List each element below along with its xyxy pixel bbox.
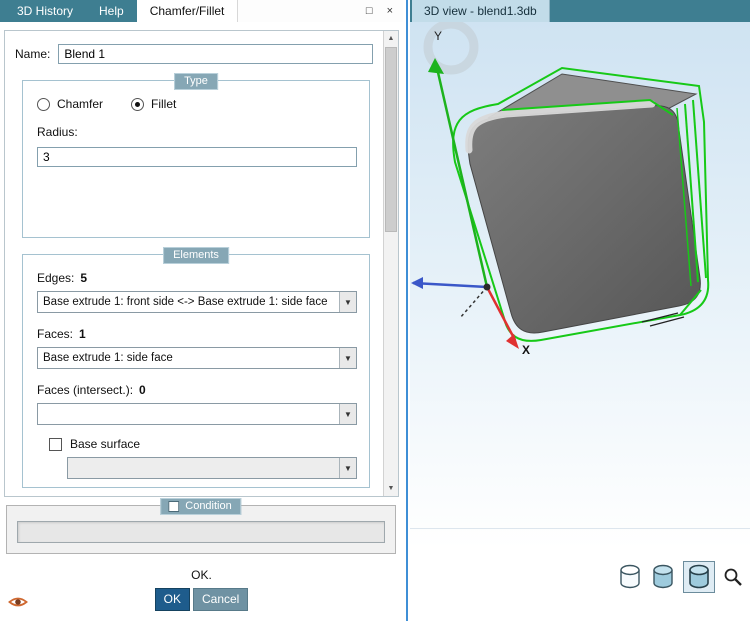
tab-chamfer-fillet[interactable]: Chamfer/Fillet bbox=[136, 0, 239, 22]
edges-dropdown[interactable]: Base extrude 1: front side <-> Base extr… bbox=[37, 291, 357, 313]
view-mode-toolbar bbox=[617, 561, 744, 593]
chamfer-radio-label: Chamfer bbox=[57, 97, 104, 111]
zoom-icon[interactable] bbox=[722, 563, 744, 591]
condition-label: Condition bbox=[185, 500, 232, 512]
base-surface-checkbox[interactable] bbox=[49, 437, 62, 451]
chamfer-fillet-dialog: Name: Type Chamfer Fillet bbox=[4, 30, 399, 497]
shaded-edges-view-icon[interactable] bbox=[683, 561, 715, 593]
elements-group: Elements Edges: 5 Base extrude 1: front s… bbox=[22, 247, 370, 488]
radius-label: Radius: bbox=[37, 125, 78, 139]
faces-intersect-dropdown[interactable]: ▼ bbox=[37, 403, 357, 425]
name-input[interactable] bbox=[58, 44, 373, 64]
scrollbar-thumb[interactable] bbox=[385, 47, 397, 232]
right-panel: 3D view - blend1.3db Y X bbox=[410, 0, 750, 621]
condition-group: Condition bbox=[6, 498, 396, 554]
cube-front-face bbox=[467, 105, 701, 334]
faces-count: 1 bbox=[79, 327, 86, 341]
eye-icon[interactable] bbox=[8, 594, 28, 610]
chamfer-radio-icon[interactable] bbox=[37, 97, 50, 111]
3d-scene: Y X bbox=[411, 22, 710, 357]
fillet-radio-label: Fillet bbox=[151, 97, 177, 111]
fillet-radio-icon[interactable] bbox=[131, 97, 145, 111]
type-group-title: Type bbox=[174, 73, 218, 90]
axis-y-label: Y bbox=[434, 29, 442, 43]
edges-dropdown-value: Base extrude 1: front side <-> Base extr… bbox=[43, 296, 328, 308]
radius-input[interactable] bbox=[37, 147, 357, 167]
left-panel: 3D History Help Chamfer/Fillet □ × Name:… bbox=[0, 0, 403, 621]
ok-button[interactable]: OK bbox=[154, 588, 190, 611]
construction-line bbox=[459, 286, 488, 319]
close-icon[interactable]: × bbox=[387, 5, 393, 17]
faces-dropdown-value: Base extrude 1: side face bbox=[43, 352, 173, 364]
base-surface-dropdown-value bbox=[68, 458, 339, 478]
condition-group-title: Condition bbox=[160, 498, 242, 515]
axis-z-arrow bbox=[411, 277, 423, 289]
faces-label: Faces: bbox=[37, 327, 74, 341]
tab-strip: 3D History Help bbox=[0, 0, 137, 22]
chevron-down-icon[interactable]: ▼ bbox=[339, 348, 356, 368]
application-window: 3D History Help Chamfer/Fillet □ × Name:… bbox=[0, 0, 750, 621]
faces-dropdown[interactable]: Base extrude 1: side face ▼ bbox=[37, 347, 357, 369]
faces-intersect-dropdown-value bbox=[38, 404, 339, 424]
tab-3d-view[interactable]: 3D view - blend1.3db bbox=[412, 0, 550, 22]
condition-checkbox[interactable] bbox=[168, 500, 180, 512]
type-radio-line: Chamfer Fillet bbox=[31, 97, 361, 111]
edges-count: 5 bbox=[80, 271, 88, 285]
shaded-view-icon[interactable] bbox=[650, 563, 676, 591]
axis-x-arrow bbox=[506, 334, 519, 349]
scroll-down-icon[interactable]: ▼ bbox=[384, 481, 398, 496]
radio-chamfer[interactable]: Chamfer bbox=[37, 97, 103, 111]
edges-count-row: Edges: 5 bbox=[37, 271, 361, 285]
right-tab-bar: 3D view - blend1.3db bbox=[410, 0, 750, 22]
type-group: Type Chamfer Fillet Radius: bbox=[22, 73, 370, 238]
elements-group-title: Elements bbox=[163, 247, 229, 264]
base-surface-label: Base surface bbox=[70, 437, 141, 451]
dialog-form: Name: Type Chamfer Fillet bbox=[5, 31, 383, 496]
axis-z bbox=[412, 281, 488, 289]
name-row: Name: bbox=[15, 44, 373, 64]
maximize-icon[interactable]: □ bbox=[366, 5, 373, 17]
base-surface-row[interactable]: Base surface bbox=[49, 437, 361, 451]
faces-count-row: Faces: 1 bbox=[37, 327, 361, 341]
tab-help[interactable]: Help bbox=[86, 0, 137, 22]
viewport-3d[interactable]: Y X bbox=[410, 22, 750, 621]
left-tab-bar: 3D History Help Chamfer/Fillet □ × bbox=[0, 0, 403, 22]
scroll-up-icon[interactable]: ▲ bbox=[384, 31, 398, 46]
faces-intersect-count-row: Faces (intersect.): 0 bbox=[37, 383, 361, 397]
condition-input[interactable] bbox=[17, 521, 385, 543]
chevron-down-icon[interactable]: ▼ bbox=[339, 458, 356, 478]
edges-label: Edges: bbox=[37, 271, 75, 285]
name-label: Name: bbox=[15, 47, 51, 61]
origin-point bbox=[483, 283, 491, 291]
dialog-buttons: OK Cancel bbox=[0, 588, 403, 611]
cancel-button[interactable]: Cancel bbox=[192, 588, 249, 611]
panel-divider[interactable] bbox=[403, 0, 410, 621]
faces-intersect-label: Faces (intersect.): bbox=[37, 383, 134, 397]
radio-fillet[interactable]: Fillet bbox=[131, 97, 176, 111]
axis-x-label: X bbox=[522, 343, 530, 357]
faces-intersect-count: 0 bbox=[139, 383, 146, 397]
window-controls: □ × bbox=[366, 0, 403, 22]
status-text: OK. bbox=[191, 568, 212, 582]
base-surface-dropdown[interactable]: ▼ bbox=[67, 457, 357, 479]
dialog-scrollbar[interactable]: ▲ ▼ bbox=[383, 31, 398, 496]
chevron-down-icon[interactable]: ▼ bbox=[339, 292, 356, 312]
tab-3d-history[interactable]: 3D History bbox=[4, 0, 86, 22]
chevron-down-icon[interactable]: ▼ bbox=[339, 404, 356, 424]
wireframe-view-icon[interactable] bbox=[617, 563, 643, 591]
